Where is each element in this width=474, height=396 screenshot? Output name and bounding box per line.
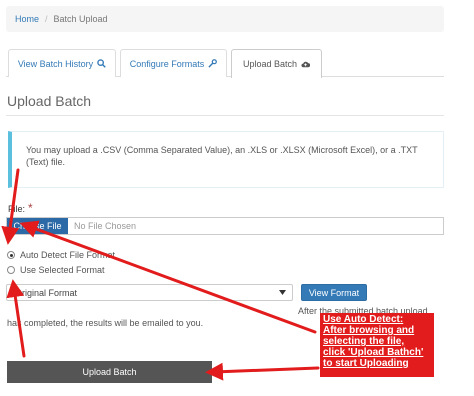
radio-label: Use Selected Format	[20, 265, 105, 275]
page-title: Upload Batch	[7, 93, 92, 109]
choose-file-button[interactable]: Choose File	[7, 218, 68, 234]
file-input[interactable]: Choose File No File Chosen	[6, 217, 444, 235]
tab-upload-batch[interactable]: Upload Batch	[231, 49, 322, 78]
breadcrumb-home-link[interactable]: Home	[15, 14, 39, 24]
tab-view-batch-history[interactable]: View Batch History	[8, 49, 116, 77]
view-format-button[interactable]: View Format	[301, 284, 367, 301]
format-select[interactable]: Original Format	[6, 284, 293, 301]
info-alert: You may upload a .CSV (Comma Separated V…	[8, 131, 444, 188]
annotation-callout: Use Auto Detect: After browsing and sele…	[320, 313, 434, 377]
upload-batch-button[interactable]: Upload Batch	[7, 361, 212, 383]
file-label: File:	[8, 204, 26, 214]
radio-button-checked[interactable]	[7, 251, 15, 259]
tab-label: View Batch History	[17, 58, 94, 69]
search-icon	[97, 59, 106, 68]
radio-label: Auto Detect File Format	[20, 250, 116, 260]
callout-line: selecting the file,	[323, 336, 405, 347]
breadcrumb-current: Batch Upload	[53, 14, 108, 24]
required-asterisk: *	[28, 201, 33, 215]
callout-line: Use Auto Detect:	[323, 314, 404, 325]
arrow-to-upload-button	[205, 362, 320, 381]
callout-line: click 'Upload Bathch'	[323, 347, 424, 358]
arrow-to-choose-file	[19, 220, 317, 334]
callout-line: After browsing and	[323, 325, 415, 336]
title-divider	[6, 115, 444, 116]
radio-button[interactable]	[7, 266, 15, 274]
tab-label: Configure Formats	[129, 58, 205, 69]
tab-configure-formats[interactable]: Configure Formats	[120, 49, 227, 77]
file-label-group: File: *	[8, 201, 33, 215]
wrench-icon	[208, 59, 218, 68]
tab-bar: View Batch History Configure Formats Upl…	[6, 47, 444, 78]
callout-line: to start Uploading	[323, 358, 409, 369]
chevron-down-icon	[279, 290, 286, 295]
radio-auto-detect[interactable]: Auto Detect File Format	[7, 250, 115, 260]
tab-label: Upload Batch	[242, 59, 298, 69]
breadcrumb-separator: /	[45, 14, 48, 24]
info-text: You may upload a .CSV (Comma Separated V…	[26, 145, 418, 167]
completed-text: has completed, the results will be email…	[7, 318, 204, 328]
radio-use-selected[interactable]: Use Selected Format	[7, 265, 105, 275]
file-name-text: No File Chosen	[74, 221, 137, 231]
breadcrumb: Home / Batch Upload	[6, 6, 444, 32]
cloud-upload-icon	[301, 61, 311, 67]
format-select-value: Original Format	[15, 287, 78, 298]
